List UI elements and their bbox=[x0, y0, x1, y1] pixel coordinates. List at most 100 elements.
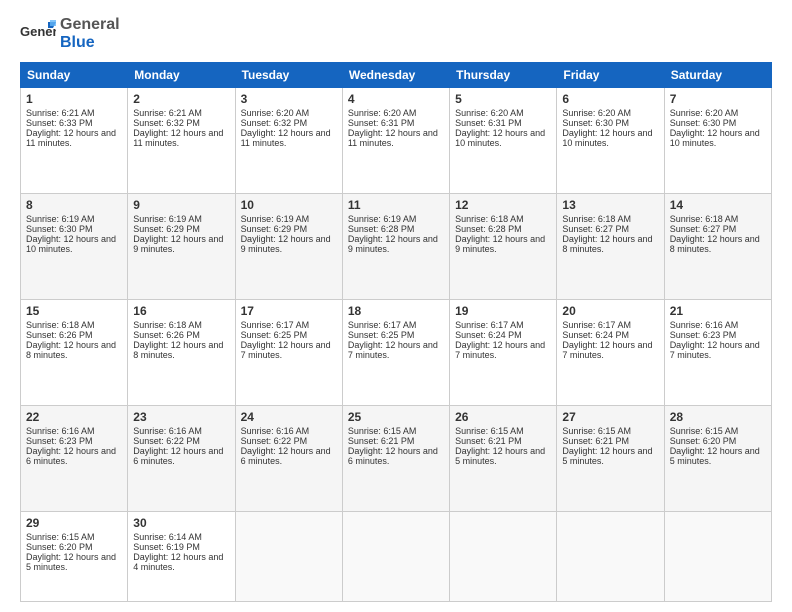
day-number: 1 bbox=[26, 92, 122, 106]
sunset-text: Sunset: 6:19 PM bbox=[133, 542, 200, 552]
day-number: 9 bbox=[133, 198, 229, 212]
header: General General Blue bbox=[20, 16, 772, 52]
table-row: 19 Sunrise: 6:17 AM Sunset: 6:24 PM Dayl… bbox=[450, 299, 557, 405]
daylight-text: Daylight: 12 hours and 11 minutes. bbox=[133, 128, 223, 148]
sunrise-text: Sunrise: 6:20 AM bbox=[241, 108, 310, 118]
daylight-text: Daylight: 12 hours and 5 minutes. bbox=[562, 446, 652, 466]
daylight-text: Daylight: 12 hours and 8 minutes. bbox=[133, 340, 223, 360]
day-number: 29 bbox=[26, 516, 122, 530]
sunset-text: Sunset: 6:32 PM bbox=[241, 118, 308, 128]
sunrise-text: Sunrise: 6:15 AM bbox=[26, 532, 95, 542]
daylight-text: Daylight: 12 hours and 7 minutes. bbox=[562, 340, 652, 360]
sunrise-text: Sunrise: 6:16 AM bbox=[26, 426, 95, 436]
day-number: 3 bbox=[241, 92, 337, 106]
sunset-text: Sunset: 6:27 PM bbox=[562, 224, 629, 234]
daylight-text: Daylight: 12 hours and 7 minutes. bbox=[241, 340, 331, 360]
header-tuesday: Tuesday bbox=[235, 63, 342, 88]
daylight-text: Daylight: 12 hours and 6 minutes. bbox=[241, 446, 331, 466]
sunset-text: Sunset: 6:31 PM bbox=[348, 118, 415, 128]
sunset-text: Sunset: 6:23 PM bbox=[670, 330, 737, 340]
table-row: 15 Sunrise: 6:18 AM Sunset: 6:26 PM Dayl… bbox=[21, 299, 128, 405]
table-row: 29 Sunrise: 6:15 AM Sunset: 6:20 PM Dayl… bbox=[21, 511, 128, 601]
day-number: 30 bbox=[133, 516, 229, 530]
daylight-text: Daylight: 12 hours and 6 minutes. bbox=[26, 446, 116, 466]
day-number: 24 bbox=[241, 410, 337, 424]
daylight-text: Daylight: 12 hours and 8 minutes. bbox=[26, 340, 116, 360]
day-number: 14 bbox=[670, 198, 766, 212]
day-number: 4 bbox=[348, 92, 444, 106]
table-row: 21 Sunrise: 6:16 AM Sunset: 6:23 PM Dayl… bbox=[664, 299, 771, 405]
day-number: 16 bbox=[133, 304, 229, 318]
daylight-text: Daylight: 12 hours and 7 minutes. bbox=[670, 340, 760, 360]
table-row: 25 Sunrise: 6:15 AM Sunset: 6:21 PM Dayl… bbox=[342, 405, 449, 511]
sunset-text: Sunset: 6:21 PM bbox=[348, 436, 415, 446]
sunrise-text: Sunrise: 6:18 AM bbox=[455, 214, 524, 224]
table-row: 11 Sunrise: 6:19 AM Sunset: 6:28 PM Dayl… bbox=[342, 193, 449, 299]
table-row: 9 Sunrise: 6:19 AM Sunset: 6:29 PM Dayli… bbox=[128, 193, 235, 299]
day-number: 23 bbox=[133, 410, 229, 424]
table-row: 6 Sunrise: 6:20 AM Sunset: 6:30 PM Dayli… bbox=[557, 88, 664, 194]
daylight-text: Daylight: 12 hours and 4 minutes. bbox=[133, 552, 223, 572]
sunset-text: Sunset: 6:22 PM bbox=[241, 436, 308, 446]
table-row: 3 Sunrise: 6:20 AM Sunset: 6:32 PM Dayli… bbox=[235, 88, 342, 194]
day-number: 2 bbox=[133, 92, 229, 106]
daylight-text: Daylight: 12 hours and 5 minutes. bbox=[670, 446, 760, 466]
sunset-text: Sunset: 6:32 PM bbox=[133, 118, 200, 128]
table-row: 14 Sunrise: 6:18 AM Sunset: 6:27 PM Dayl… bbox=[664, 193, 771, 299]
table-row: 10 Sunrise: 6:19 AM Sunset: 6:29 PM Dayl… bbox=[235, 193, 342, 299]
table-row: 28 Sunrise: 6:15 AM Sunset: 6:20 PM Dayl… bbox=[664, 405, 771, 511]
sunset-text: Sunset: 6:25 PM bbox=[241, 330, 308, 340]
daylight-text: Daylight: 12 hours and 11 minutes. bbox=[348, 128, 438, 148]
sunrise-text: Sunrise: 6:20 AM bbox=[562, 108, 631, 118]
sunrise-text: Sunrise: 6:17 AM bbox=[562, 320, 631, 330]
daylight-text: Daylight: 12 hours and 5 minutes. bbox=[455, 446, 545, 466]
header-friday: Friday bbox=[557, 63, 664, 88]
sunset-text: Sunset: 6:27 PM bbox=[670, 224, 737, 234]
table-row: 16 Sunrise: 6:18 AM Sunset: 6:26 PM Dayl… bbox=[128, 299, 235, 405]
sunset-text: Sunset: 6:26 PM bbox=[26, 330, 93, 340]
day-number: 15 bbox=[26, 304, 122, 318]
sunset-text: Sunset: 6:29 PM bbox=[241, 224, 308, 234]
sunrise-text: Sunrise: 6:18 AM bbox=[133, 320, 202, 330]
logo-bird-icon: General bbox=[20, 20, 56, 48]
table-row: 1 Sunrise: 6:21 AM Sunset: 6:33 PM Dayli… bbox=[21, 88, 128, 194]
sunset-text: Sunset: 6:22 PM bbox=[133, 436, 200, 446]
table-row: 8 Sunrise: 6:19 AM Sunset: 6:30 PM Dayli… bbox=[21, 193, 128, 299]
sunrise-text: Sunrise: 6:20 AM bbox=[670, 108, 739, 118]
table-row: 26 Sunrise: 6:15 AM Sunset: 6:21 PM Dayl… bbox=[450, 405, 557, 511]
sunrise-text: Sunrise: 6:15 AM bbox=[562, 426, 631, 436]
sunrise-text: Sunrise: 6:18 AM bbox=[26, 320, 95, 330]
sunrise-text: Sunrise: 6:15 AM bbox=[348, 426, 417, 436]
sunset-text: Sunset: 6:21 PM bbox=[562, 436, 629, 446]
daylight-text: Daylight: 12 hours and 10 minutes. bbox=[455, 128, 545, 148]
sunset-text: Sunset: 6:23 PM bbox=[26, 436, 93, 446]
weekday-header-row: Sunday Monday Tuesday Wednesday Thursday… bbox=[21, 63, 772, 88]
daylight-text: Daylight: 12 hours and 11 minutes. bbox=[26, 128, 116, 148]
header-saturday: Saturday bbox=[664, 63, 771, 88]
table-row: 2 Sunrise: 6:21 AM Sunset: 6:32 PM Dayli… bbox=[128, 88, 235, 194]
sunrise-text: Sunrise: 6:19 AM bbox=[133, 214, 202, 224]
day-number: 19 bbox=[455, 304, 551, 318]
day-number: 25 bbox=[348, 410, 444, 424]
sunset-text: Sunset: 6:30 PM bbox=[670, 118, 737, 128]
sunrise-text: Sunrise: 6:17 AM bbox=[455, 320, 524, 330]
daylight-text: Daylight: 12 hours and 9 minutes. bbox=[455, 234, 545, 254]
day-number: 11 bbox=[348, 198, 444, 212]
day-number: 12 bbox=[455, 198, 551, 212]
sunrise-text: Sunrise: 6:21 AM bbox=[26, 108, 95, 118]
sunrise-text: Sunrise: 6:16 AM bbox=[670, 320, 739, 330]
sunrise-text: Sunrise: 6:15 AM bbox=[670, 426, 739, 436]
logo-blue-text: Blue bbox=[60, 34, 95, 51]
sunset-text: Sunset: 6:21 PM bbox=[455, 436, 522, 446]
sunrise-text: Sunrise: 6:18 AM bbox=[562, 214, 631, 224]
day-number: 17 bbox=[241, 304, 337, 318]
sunset-text: Sunset: 6:33 PM bbox=[26, 118, 93, 128]
daylight-text: Daylight: 12 hours and 6 minutes. bbox=[133, 446, 223, 466]
table-row bbox=[664, 511, 771, 601]
sunrise-text: Sunrise: 6:14 AM bbox=[133, 532, 202, 542]
sunrise-text: Sunrise: 6:19 AM bbox=[26, 214, 95, 224]
sunset-text: Sunset: 6:28 PM bbox=[455, 224, 522, 234]
day-number: 26 bbox=[455, 410, 551, 424]
day-number: 10 bbox=[241, 198, 337, 212]
header-wednesday: Wednesday bbox=[342, 63, 449, 88]
